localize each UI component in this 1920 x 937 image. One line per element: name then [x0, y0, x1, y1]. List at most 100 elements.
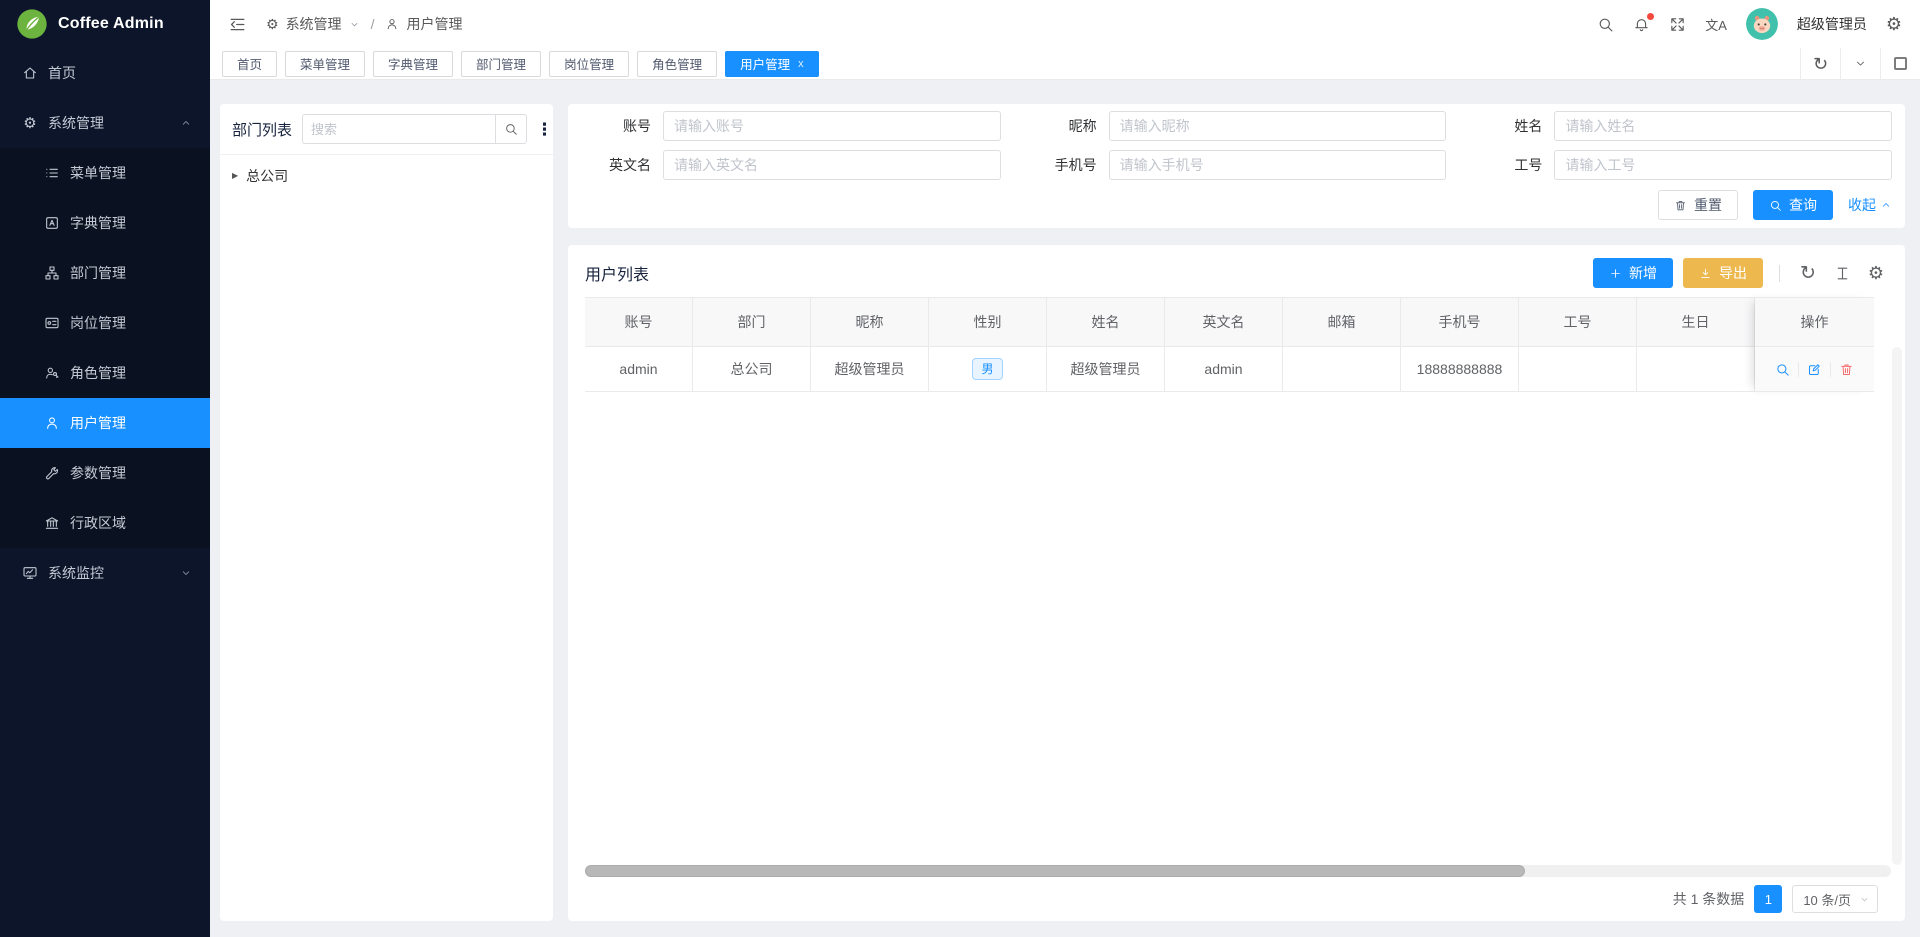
dept-search-button[interactable] — [495, 114, 527, 144]
tab-dept-mgmt[interactable]: 部门管理 — [461, 51, 541, 77]
english-name-input[interactable] — [663, 150, 1001, 180]
sidebar-item-label: 参数管理 — [70, 463, 192, 483]
sidebar-item-param-mgmt[interactable]: 参数管理 — [0, 448, 210, 498]
refresh-icon[interactable]: ↻ — [1796, 264, 1820, 283]
collapse-link[interactable]: 收起 — [1848, 195, 1892, 215]
field-phone: 手机号 — [1027, 150, 1447, 180]
dept-search-input[interactable] — [302, 114, 495, 144]
sidebar-item-admin-region[interactable]: 行政区域 — [0, 498, 210, 548]
dept-panel-title: 部门列表 — [232, 119, 292, 140]
sidebar-item-dict-mgmt[interactable]: 字典管理 — [0, 198, 210, 248]
pagination: 共 1 条数据 1 10 条/页 — [1673, 885, 1878, 913]
vertical-scrollbar[interactable] — [1892, 347, 1902, 865]
job-no-input[interactable] — [1554, 150, 1892, 180]
reset-button[interactable]: 重置 — [1658, 190, 1738, 220]
edit-button[interactable] — [1798, 362, 1830, 377]
export-button[interactable]: 导出 — [1683, 258, 1763, 288]
delete-button[interactable] — [1830, 362, 1862, 377]
cell-phone: 18888888888 — [1401, 347, 1519, 392]
search-icon[interactable] — [1597, 16, 1614, 33]
breadcrumb-section[interactable]: 系统管理 — [286, 14, 342, 34]
menu-fold-icon[interactable] — [228, 14, 248, 34]
table-row[interactable]: admin 总公司 超级管理员 男 超级管理员 admin 1888888888… — [585, 347, 1888, 392]
kebab-menu-icon[interactable]: ⋮ — [536, 121, 553, 138]
translate-icon[interactable]: 文A — [1705, 15, 1727, 34]
breadcrumb-page: 用户管理 — [406, 14, 462, 34]
field-english-name: 英文名 — [581, 150, 1001, 180]
list-icon — [44, 165, 60, 181]
caret-right-icon[interactable]: ▶ — [232, 172, 238, 180]
column-header[interactable]: 姓名 — [1047, 297, 1165, 347]
tab-label: 岗位管理 — [564, 54, 614, 73]
filter-card: 账号 昵称 姓名 英文名 手机号 工号 — [568, 104, 1905, 228]
account-input[interactable] — [663, 111, 1001, 141]
magnifier-icon — [1775, 362, 1790, 377]
add-button[interactable]: 新增 — [1593, 258, 1673, 288]
avatar[interactable] — [1746, 8, 1778, 40]
tab-label: 用户管理 — [740, 54, 790, 73]
refresh-icon[interactable]: ↻ — [1800, 48, 1840, 79]
cell-email — [1283, 347, 1401, 392]
name-input[interactable] — [1554, 111, 1892, 141]
page-size-value: 10 条/页 — [1803, 890, 1851, 909]
sidebar-item-role-mgmt[interactable]: 角色管理 — [0, 348, 210, 398]
chevron-down-icon — [180, 567, 192, 579]
column-header[interactable]: 性别 — [929, 297, 1047, 347]
sidebar-item-menu-mgmt[interactable]: 菜单管理 — [0, 148, 210, 198]
row-actions — [1755, 347, 1874, 392]
nickname-input[interactable] — [1109, 111, 1447, 141]
sidebar-item-system-monitor[interactable]: 系统监控 — [0, 548, 210, 598]
sidebar-item-dept-mgmt[interactable]: 部门管理 — [0, 248, 210, 298]
tab-label: 部门管理 — [476, 54, 526, 73]
query-button[interactable]: 查询 — [1753, 190, 1833, 220]
row-height-icon[interactable] — [1830, 265, 1854, 282]
close-icon[interactable]: x — [798, 58, 804, 70]
sidebar-item-label: 系统管理 — [48, 113, 170, 133]
sidebar: Coffee Admin 首页 ⚙ 系统管理 菜单管理 字典管理 — [0, 0, 210, 937]
gear-icon[interactable]: ⚙ — [1864, 264, 1888, 282]
dept-tree: ▶ 总公司 — [220, 155, 553, 197]
edit-icon — [1807, 362, 1822, 377]
column-header[interactable]: 英文名 — [1165, 297, 1283, 347]
sidebar-item-system-mgmt[interactable]: ⚙ 系统管理 — [0, 98, 210, 148]
column-header[interactable]: 工号 — [1519, 297, 1637, 347]
phone-input[interactable] — [1109, 150, 1447, 180]
role-key-icon — [44, 365, 60, 381]
tab-menu-mgmt[interactable]: 菜单管理 — [285, 51, 365, 77]
column-header[interactable]: 账号 — [585, 297, 693, 347]
column-header[interactable]: 生日 — [1637, 297, 1755, 347]
cell-name: 超级管理员 — [1047, 347, 1165, 392]
gear-icon[interactable]: ⚙ — [1886, 15, 1902, 33]
filter-form: 账号 昵称 姓名 英文名 手机号 工号 — [581, 111, 1892, 180]
sidebar-item-user-mgmt[interactable]: 用户管理 — [0, 398, 210, 448]
sidebar-item-label: 岗位管理 — [70, 313, 192, 333]
column-header[interactable]: 昵称 — [811, 297, 929, 347]
maximize-icon[interactable] — [1880, 48, 1920, 79]
sidebar-item-home[interactable]: 首页 — [0, 48, 210, 98]
column-header[interactable]: 邮箱 — [1283, 297, 1401, 347]
user-name[interactable]: 超级管理员 — [1797, 14, 1867, 34]
tree-node-root[interactable]: ▶ 总公司 — [232, 161, 541, 191]
column-header[interactable]: 部门 — [693, 297, 811, 347]
notification-bell[interactable] — [1633, 16, 1650, 33]
top-header: ⚙ 系统管理 / 用户管理 文A — [210, 0, 1920, 48]
gear-icon: ⚙ — [22, 116, 38, 131]
column-header[interactable]: 手机号 — [1401, 297, 1519, 347]
fullscreen-icon[interactable] — [1669, 16, 1686, 33]
tab-label: 首页 — [237, 54, 262, 73]
view-button[interactable] — [1767, 362, 1798, 377]
sidebar-item-post-mgmt[interactable]: 岗位管理 — [0, 298, 210, 348]
tab-post-mgmt[interactable]: 岗位管理 — [549, 51, 629, 77]
page-size-select[interactable]: 10 条/页 — [1792, 885, 1878, 913]
tab-user-mgmt[interactable]: 用户管理 x — [725, 51, 819, 77]
field-label: 工号 — [1472, 155, 1554, 175]
reset-label: 重置 — [1694, 195, 1722, 215]
tab-dict-mgmt[interactable]: 字典管理 — [373, 51, 453, 77]
tab-label: 角色管理 — [652, 54, 702, 73]
page-button-1[interactable]: 1 — [1754, 885, 1782, 913]
tab-role-mgmt[interactable]: 角色管理 — [637, 51, 717, 77]
horizontal-scrollbar-thumb[interactable] — [585, 865, 1525, 877]
tab-home[interactable]: 首页 — [222, 51, 277, 77]
field-nickname: 昵称 — [1027, 111, 1447, 141]
chevron-down-icon[interactable] — [1840, 48, 1880, 79]
